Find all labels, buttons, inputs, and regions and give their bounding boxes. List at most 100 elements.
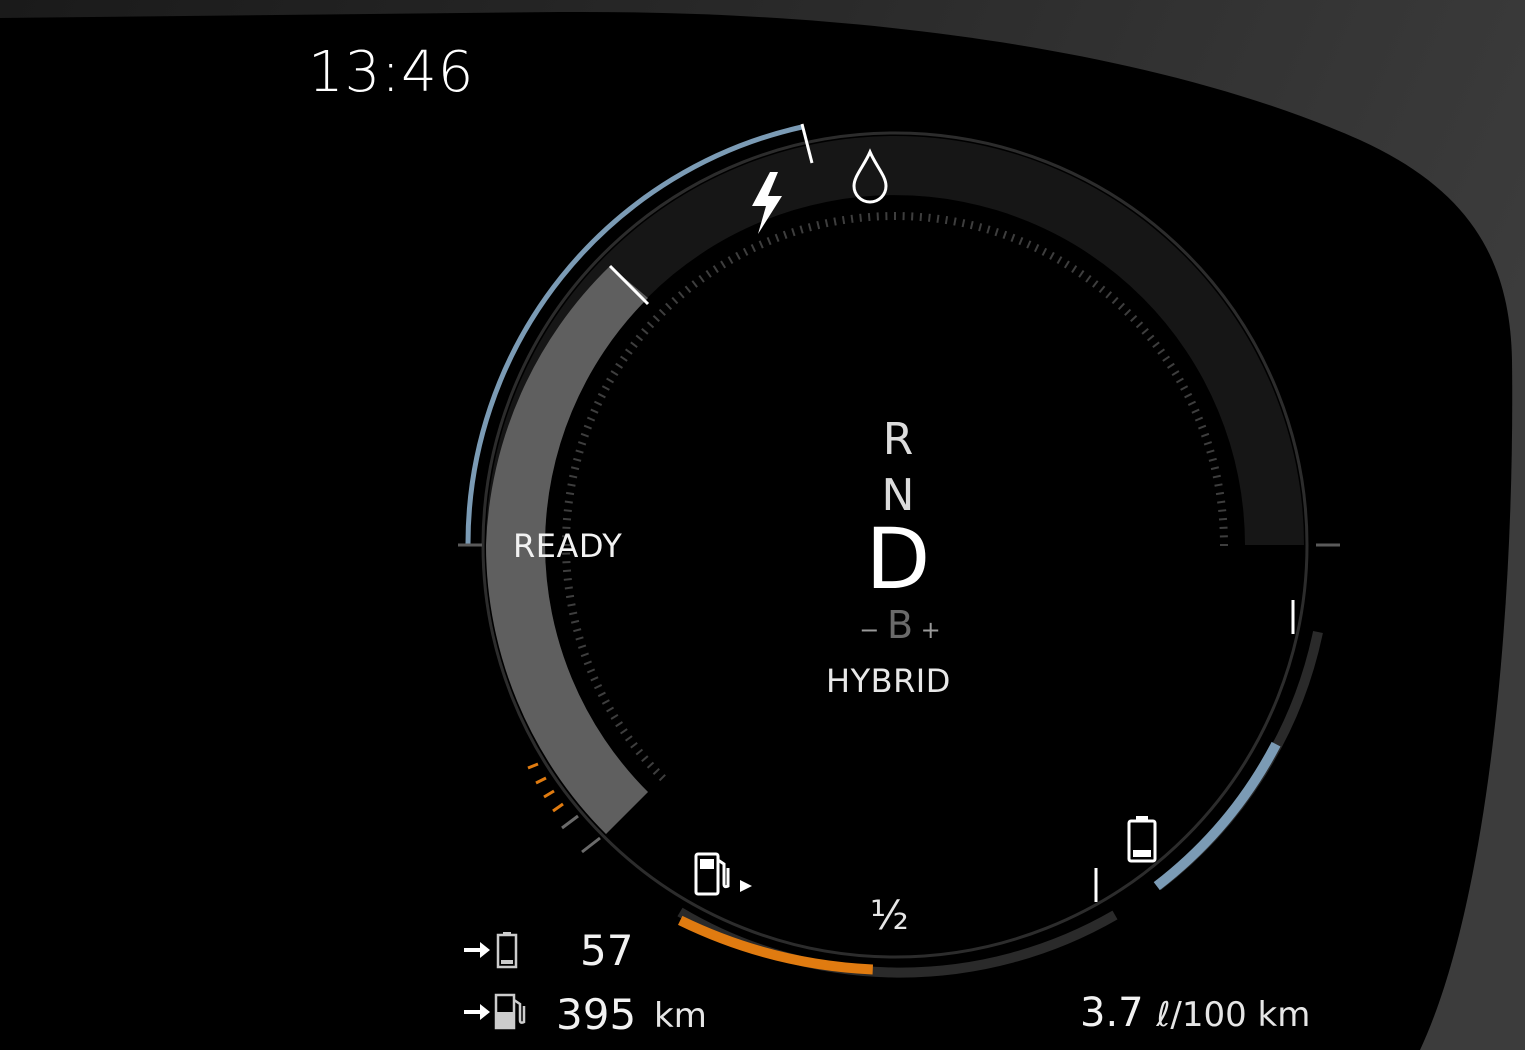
tick-mark (1117, 302, 1125, 310)
fuel-consumption: 3.7 ℓ/100 km (1080, 990, 1310, 1036)
tick-mark (1026, 240, 1032, 249)
tick-mark (1215, 491, 1225, 496)
tick-mark (619, 355, 628, 362)
tick-mark (594, 400, 603, 406)
tick-mark (1198, 424, 1207, 430)
tick-mark (601, 385, 610, 391)
tick-mark (1203, 441, 1213, 446)
tick-mark (1212, 474, 1221, 479)
tick-mark (750, 244, 756, 253)
tick-mark (630, 742, 638, 749)
tick-mark (1111, 296, 1119, 305)
tick-mark (1217, 500, 1226, 504)
fuel-pump-icon (694, 852, 752, 896)
tick-mark (1141, 327, 1149, 335)
tick-mark (791, 227, 796, 237)
tick-mark (1098, 285, 1106, 294)
tick-mark (583, 424, 592, 430)
tick-mark (573, 457, 582, 462)
tick-mark (1218, 517, 1228, 521)
tick-mark (1056, 256, 1063, 265)
tick-mark (658, 308, 666, 316)
tick-mark (1180, 385, 1189, 391)
tick-mark (1041, 247, 1048, 256)
tick-mark (677, 291, 685, 299)
tick-mark (684, 285, 692, 294)
fuel-half-label: ½ (870, 893, 909, 939)
gear-r: R (882, 414, 914, 465)
tick-mark (691, 280, 698, 288)
tick-mark (1085, 275, 1092, 283)
tick-mark (927, 213, 931, 222)
tick-mark (1175, 377, 1184, 384)
tick-mark (625, 735, 633, 742)
tick-mark (1049, 251, 1055, 260)
tick-mark (567, 483, 576, 487)
tick-mark (619, 728, 628, 735)
tick-mark (1184, 392, 1193, 399)
tick-mark (1034, 244, 1040, 253)
tick-mark (1162, 355, 1171, 362)
tick-mark (569, 474, 578, 479)
tick-mark (712, 265, 719, 273)
tick-mark (597, 392, 606, 399)
tick-mark (665, 302, 673, 310)
tick-mark (986, 225, 991, 234)
tick-mark (569, 611, 578, 616)
tick-mark (833, 217, 837, 226)
tick-mark (583, 660, 592, 666)
tick-mark (586, 668, 596, 674)
tick-mark (577, 441, 587, 446)
tick-mark (563, 509, 572, 513)
tick-mark (565, 594, 575, 599)
tick-mark (575, 636, 584, 641)
tick-mark (575, 449, 584, 454)
tick-mark (610, 713, 619, 720)
tick-mark (658, 774, 666, 782)
tick-mark (590, 408, 599, 414)
tick-mark (824, 219, 829, 228)
gear-d-selected: D (865, 510, 931, 608)
tick-mark (1171, 370, 1180, 377)
lightning-icon (752, 172, 782, 234)
tick-mark (936, 214, 940, 223)
tick-mark (969, 220, 974, 230)
clock: 13:46 (308, 40, 475, 105)
tick-mark (978, 223, 983, 232)
arrow-battery-icon (464, 932, 518, 969)
tick-mark (816, 220, 821, 230)
tick-mark (1018, 236, 1024, 246)
tick-mark (580, 652, 589, 658)
tick-mark (671, 296, 679, 305)
tick-mark (646, 321, 655, 329)
tick-mark (919, 212, 923, 222)
tick-mark (646, 761, 655, 769)
tick-mark (565, 491, 575, 496)
tick-mark (841, 215, 846, 225)
tick-mark (597, 691, 606, 698)
tick-mark (807, 223, 812, 232)
tick-mark (652, 767, 660, 775)
tick-mark (562, 569, 572, 573)
electric-range-value: 57 (580, 926, 634, 975)
tick-mark (1187, 400, 1196, 406)
tick-mark (758, 240, 764, 249)
gear-b: B (886, 603, 914, 647)
tick-mark (961, 219, 966, 228)
battery-level-bar (1153, 741, 1281, 891)
tick-mark (1146, 334, 1155, 342)
tick-mark (590, 676, 599, 682)
tick-mark (1194, 416, 1204, 422)
tick-mark (570, 466, 580, 471)
tick-mark (1201, 432, 1210, 438)
tick-mark (994, 227, 999, 237)
fuel-range-value: 395 (556, 990, 637, 1039)
tick-mark (1208, 457, 1217, 462)
consumption-unit: ℓ/100 km (1156, 995, 1311, 1035)
tick-mark (1206, 449, 1215, 454)
tick-mark (1214, 483, 1223, 487)
fuel-range-unit: km (654, 996, 707, 1036)
tick-mark (1124, 308, 1132, 316)
tick-mark (586, 416, 596, 422)
tick-mark (615, 721, 623, 728)
